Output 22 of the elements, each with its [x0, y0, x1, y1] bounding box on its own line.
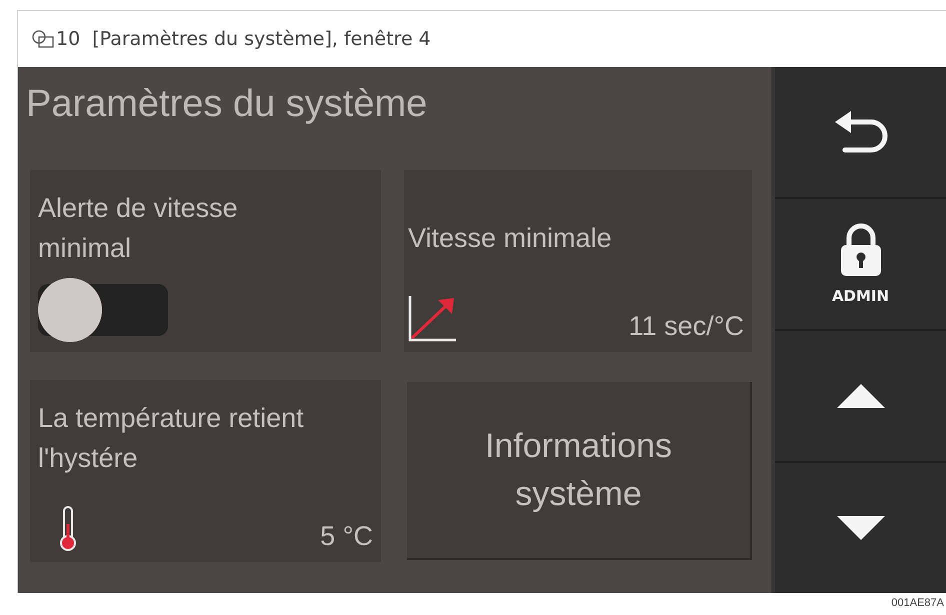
toggle-switch[interactable]	[38, 278, 168, 342]
back-arrow-icon	[832, 110, 888, 154]
system-info-button[interactable]: Informations système	[407, 382, 752, 560]
up-arrow-icon	[836, 383, 886, 409]
screen-title: Paramètres du système	[26, 82, 428, 127]
setting-label: Alerte de vitesse minimal	[38, 192, 239, 265]
setting-value: 5 °C	[320, 521, 373, 552]
setting-label: Vitesse minimale	[408, 222, 613, 255]
figure-caption: [Paramètres du système], fenêtre 4	[92, 28, 431, 50]
admin-lock-button[interactable]: ADMIN	[775, 199, 946, 329]
thermometer-icon	[58, 506, 78, 552]
trend-arrow-icon	[408, 294, 458, 342]
figure-number: 10	[56, 28, 80, 50]
scroll-up-button[interactable]	[775, 331, 946, 461]
figure-callout-icon	[32, 29, 54, 49]
figure-code: 001AE87A	[891, 597, 945, 609]
down-arrow-icon	[836, 515, 886, 541]
back-button[interactable]	[775, 67, 946, 197]
scroll-down-button[interactable]	[775, 463, 946, 593]
padlock-icon	[840, 223, 882, 277]
setting-label: La température retient l'hystére	[38, 402, 305, 475]
setting-value: 11 sec/°C	[628, 311, 744, 342]
